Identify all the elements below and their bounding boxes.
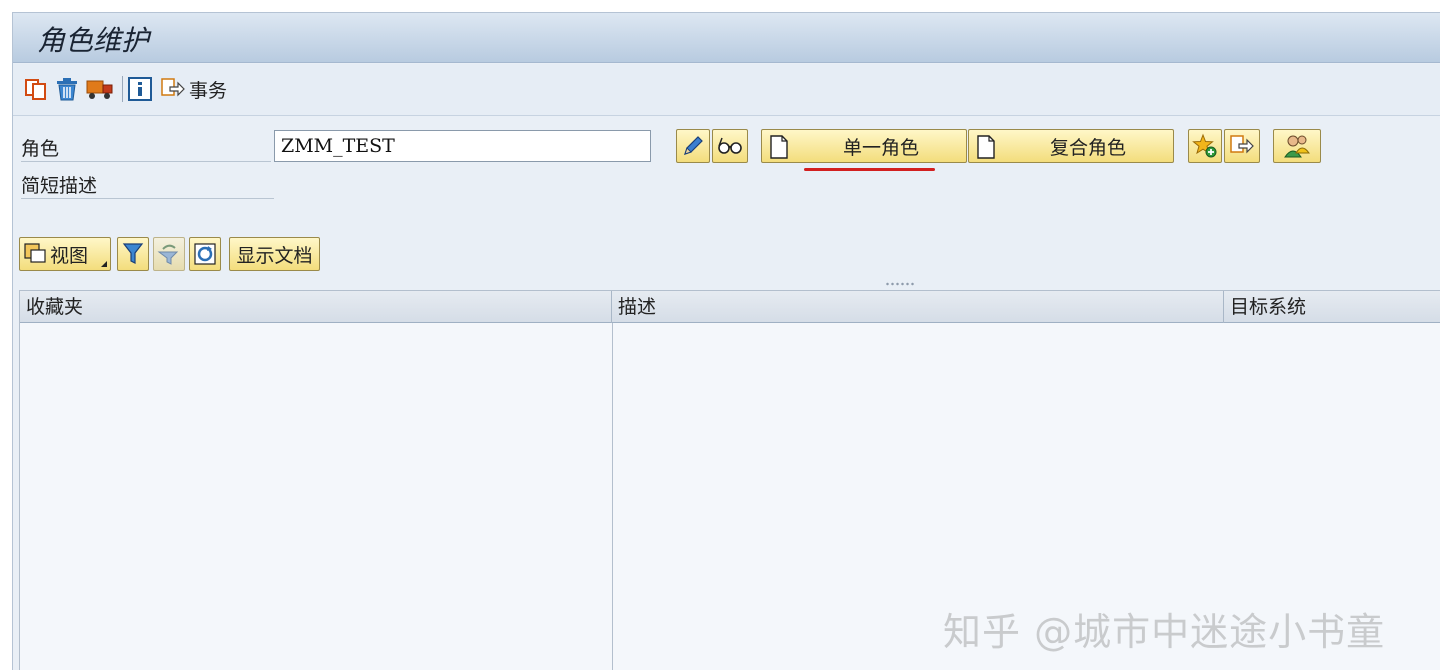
column-divider xyxy=(612,323,613,670)
transfer-button[interactable] xyxy=(1224,129,1260,163)
composite-role-button[interactable]: 复合角色 xyxy=(968,129,1174,163)
title-bar: 角色维护 xyxy=(13,13,1440,63)
refresh-icon xyxy=(194,243,216,265)
highlight-underline xyxy=(804,168,935,171)
copy-icon[interactable] xyxy=(23,76,49,102)
splitter-handle[interactable] xyxy=(885,282,915,286)
role-label: 角色 xyxy=(21,134,271,162)
short-description-label: 简短描述 xyxy=(21,171,274,199)
filter-back-icon xyxy=(157,244,179,265)
filter-button[interactable] xyxy=(117,237,149,271)
filter-icon xyxy=(122,243,144,264)
window-title: 角色维护 xyxy=(37,24,150,57)
transaction-icon[interactable] xyxy=(160,76,186,102)
info-icon[interactable] xyxy=(127,76,153,102)
users-icon xyxy=(1284,135,1310,158)
view-icon xyxy=(24,243,46,263)
dropdown-corner-icon xyxy=(101,261,107,267)
show-documentation-button[interactable]: 显示文档 xyxy=(229,237,320,271)
role-input[interactable] xyxy=(274,130,651,162)
transaction-label[interactable]: 事务 xyxy=(189,76,227,103)
single-role-button[interactable]: 单一角色 xyxy=(761,129,967,163)
sap-window: 角色维护 事务 角色 ZMM_TEST 简短描述 单一角色 复合角色 视图 显示… xyxy=(12,12,1440,670)
view-dropdown-button[interactable]: 视图 xyxy=(19,237,111,271)
transport-icon[interactable] xyxy=(85,76,115,102)
glasses-icon xyxy=(718,137,742,154)
refresh-button[interactable] xyxy=(189,237,221,271)
view-label: 视图 xyxy=(50,244,89,267)
single-role-label: 单一角色 xyxy=(842,136,919,159)
application-toolbar: 事务 xyxy=(13,64,1440,116)
column-header-target-system[interactable]: 目标系统 xyxy=(1224,291,1440,323)
add-favorite-button[interactable] xyxy=(1188,129,1222,163)
transfer-icon xyxy=(1230,135,1254,154)
delete-icon[interactable] xyxy=(54,76,80,102)
watermark: 知乎 @城市中迷途小书童 xyxy=(943,610,1386,654)
display-button[interactable] xyxy=(712,129,748,163)
column-header-description[interactable]: 描述 xyxy=(612,291,1224,323)
filter-remove-button[interactable] xyxy=(153,237,185,271)
composite-role-label: 复合角色 xyxy=(1049,136,1126,159)
user-assignment-button[interactable] xyxy=(1273,129,1321,163)
column-header-favorites[interactable]: 收藏夹 xyxy=(20,291,612,323)
edit-button[interactable] xyxy=(676,129,710,163)
table-header: 收藏夹 描述 目标系统 xyxy=(20,290,1440,323)
star-add-icon xyxy=(1192,133,1217,158)
pencil-icon xyxy=(684,136,703,155)
